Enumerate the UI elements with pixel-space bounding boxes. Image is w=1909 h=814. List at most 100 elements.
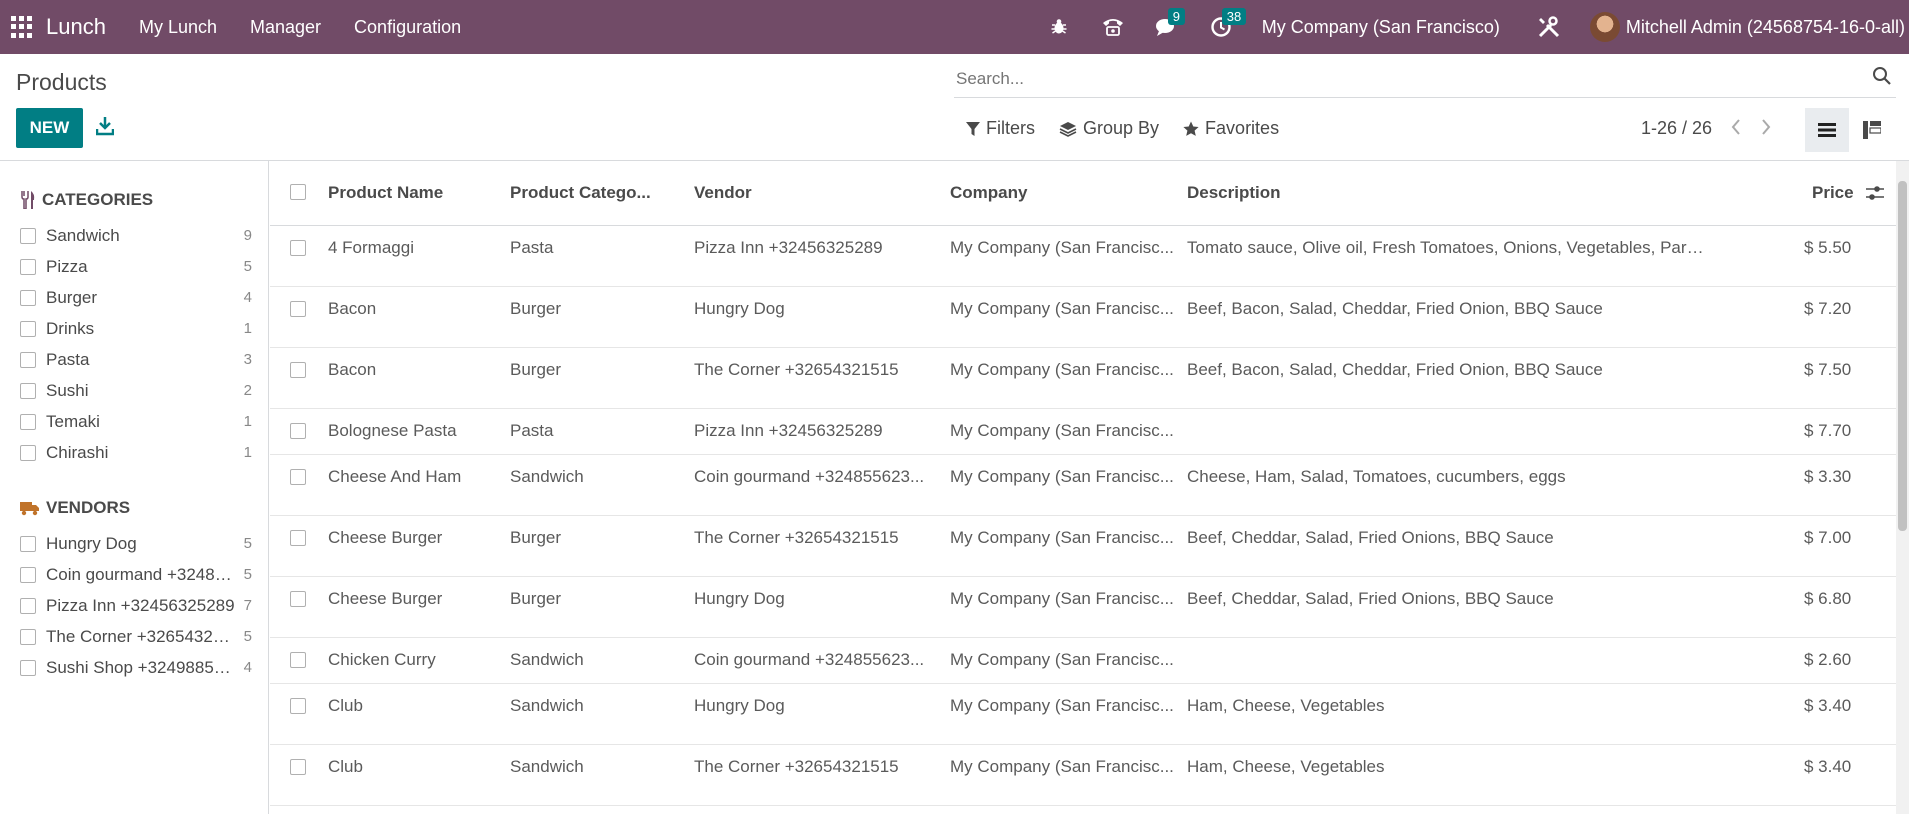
cell-company: My Company (San Francisc... — [950, 528, 1174, 547]
sidebar-item-vendor-the-corner[interactable]: The Corner +32654321515 5 — [20, 621, 252, 652]
cutlery-icon — [21, 191, 35, 209]
table-row[interactable]: Bacon Burger Hungry Dog My Company (San Fra… — [270, 287, 1896, 348]
vendor-checkbox[interactable] — [20, 597, 36, 614]
row-checkbox[interactable] — [290, 530, 306, 546]
vendor-label: Coin gourmand +32485562388 — [46, 564, 238, 584]
user-avatar[interactable] — [1589, 12, 1620, 42]
category-checkbox[interactable] — [20, 227, 36, 244]
optional-columns-sliders-icon[interactable] — [1866, 185, 1884, 206]
favorites-button[interactable]: Favorites — [1183, 118, 1279, 139]
activities-badge: 38 — [1221, 8, 1247, 25]
sidebar-item-pizza[interactable]: Pizza 5 — [20, 251, 252, 282]
table-row[interactable]: Cheese And Ham Sandwich Coin gourmand +324… — [270, 455, 1896, 516]
table-row[interactable]: Club Sandwich The Corner +32654321515 My Co… — [270, 745, 1896, 806]
row-checkbox[interactable] — [290, 652, 306, 668]
column-description[interactable]: Description — [1187, 183, 1281, 203]
search-icon[interactable] — [1872, 66, 1892, 91]
category-checkbox[interactable] — [20, 413, 36, 430]
category-checkbox[interactable] — [20, 351, 36, 368]
sidebar-item-vendor-sushi-shop[interactable]: Sushi Shop +32498855648 4 — [20, 652, 252, 683]
sidebar-item-vendor-pizza-inn[interactable]: Pizza Inn +32456325289 7 — [20, 590, 252, 621]
activities-clock-icon[interactable]: 38 — [1208, 8, 1247, 40]
row-checkbox[interactable] — [290, 591, 306, 607]
sidebar-item-burger[interactable]: Burger 4 — [20, 282, 252, 313]
apps-grid-icon[interactable] — [11, 16, 33, 38]
category-checkbox[interactable] — [20, 382, 36, 399]
sidebar-item-sandwich[interactable]: Sandwich 9 — [20, 220, 252, 251]
menu-my-lunch[interactable]: My Lunch — [139, 17, 217, 38]
sidebar-item-temaki[interactable]: Temaki 1 — [20, 406, 252, 437]
column-product-category[interactable]: Product Catego... — [510, 183, 651, 203]
vendor-checkbox[interactable] — [20, 659, 36, 676]
menu-configuration[interactable]: Configuration — [354, 17, 461, 38]
tools-wrench-icon[interactable] — [1536, 14, 1562, 40]
scrollbar-thumb[interactable] — [1898, 181, 1907, 531]
cell-product-category: Burger — [510, 589, 562, 608]
sidebar-item-pasta[interactable]: Pasta 3 — [20, 344, 252, 375]
user-menu[interactable]: Mitchell Admin (24568754-16-0-all) — [1626, 17, 1905, 38]
messages-chat-icon[interactable]: 9 — [1154, 8, 1186, 40]
table-row[interactable]: Bolognese Pasta Pasta Pizza Inn +324563252… — [270, 409, 1896, 455]
row-checkbox[interactable] — [290, 362, 306, 378]
table-row[interactable]: Cheese Burger Burger The Corner +326543215… — [270, 516, 1896, 577]
vendor-checkbox[interactable] — [20, 535, 36, 552]
category-checkbox[interactable] — [20, 320, 36, 337]
row-checkbox[interactable] — [290, 698, 306, 714]
row-checkbox[interactable] — [290, 759, 306, 775]
cell-product-name: Bacon — [328, 299, 377, 318]
pager-previous-icon[interactable] — [1730, 118, 1742, 142]
kanban-view-icon[interactable] — [1850, 108, 1894, 152]
layers-icon — [1059, 121, 1077, 137]
top-navbar: Lunch My Lunch Manager Configuration 9 3… — [0, 0, 1909, 54]
column-vendor[interactable]: Vendor — [694, 183, 752, 203]
cell-price: $ 3.30 — [1804, 467, 1852, 486]
debug-bug-icon[interactable] — [1046, 14, 1072, 40]
category-checkbox[interactable] — [20, 258, 36, 275]
groupby-button[interactable]: Group By — [1059, 118, 1159, 139]
select-all-checkbox[interactable] — [290, 184, 306, 200]
app-brand[interactable]: Lunch — [46, 14, 106, 40]
sidebar-item-drinks[interactable]: Drinks 1 — [20, 313, 252, 344]
cell-description: Ham, Cheese, Vegetables — [1187, 757, 1385, 776]
category-checkbox[interactable] — [20, 289, 36, 306]
cell-vendor: The Corner +32654321515 — [694, 528, 899, 547]
vendor-count: 5 — [243, 628, 252, 645]
row-checkbox[interactable] — [290, 240, 306, 256]
sidebar-item-chirashi[interactable]: Chirashi 1 — [20, 437, 252, 468]
sidebar-item-sushi[interactable]: Sushi 2 — [20, 375, 252, 406]
table-row[interactable]: Bacon Burger The Corner +32654321515 My Com… — [270, 348, 1896, 409]
sidebar-item-vendor-hungry-dog[interactable]: Hungry Dog 5 — [20, 528, 252, 559]
column-product-name[interactable]: Product Name — [328, 183, 443, 203]
search-input[interactable] — [956, 66, 1856, 92]
table-row[interactable]: Cheese Burger Burger Hungry Dog My Company … — [270, 577, 1896, 638]
download-icon[interactable] — [95, 116, 116, 138]
category-checkbox[interactable] — [20, 444, 36, 461]
filters-label: Filters — [986, 118, 1035, 138]
vendor-checkbox[interactable] — [20, 566, 36, 583]
search-bar — [954, 62, 1896, 98]
pager-value[interactable]: 1-26 / 26 — [1641, 118, 1712, 139]
vendor-checkbox[interactable] — [20, 628, 36, 645]
list-view-icon[interactable] — [1805, 108, 1849, 152]
category-count: 5 — [243, 258, 252, 275]
table-row[interactable]: 4 Formaggi Pasta Pizza Inn +32456325289 My … — [270, 226, 1896, 287]
phone-icon[interactable] — [1100, 14, 1126, 40]
row-checkbox[interactable] — [290, 469, 306, 485]
vertical-scrollbar[interactable] — [1896, 161, 1909, 814]
column-company[interactable]: Company — [950, 183, 1027, 203]
sidebar-item-vendor-coin-gourmand[interactable]: Coin gourmand +32485562388 5 — [20, 559, 252, 590]
new-button[interactable]: NEW — [16, 108, 83, 148]
table-row[interactable]: Club Sandwich Hungry Dog My Company (San Fr… — [270, 684, 1896, 745]
menu-manager[interactable]: Manager — [250, 17, 321, 38]
category-label: Drinks — [46, 318, 95, 338]
cell-price: $ 7.50 — [1804, 360, 1852, 379]
row-checkbox[interactable] — [290, 423, 306, 439]
table-row[interactable]: Chicken Curry Sandwich Coin gourmand +3248… — [270, 638, 1896, 684]
pager-next-icon[interactable] — [1760, 118, 1772, 142]
row-checkbox[interactable] — [290, 301, 306, 317]
cell-company: My Company (San Francisc... — [950, 299, 1174, 318]
filters-button[interactable]: Filters — [966, 118, 1035, 139]
company-switcher[interactable]: My Company (San Francisco) — [1262, 17, 1500, 38]
column-price[interactable]: Price — [1812, 183, 1854, 203]
cell-price: $ 7.00 — [1804, 528, 1852, 547]
